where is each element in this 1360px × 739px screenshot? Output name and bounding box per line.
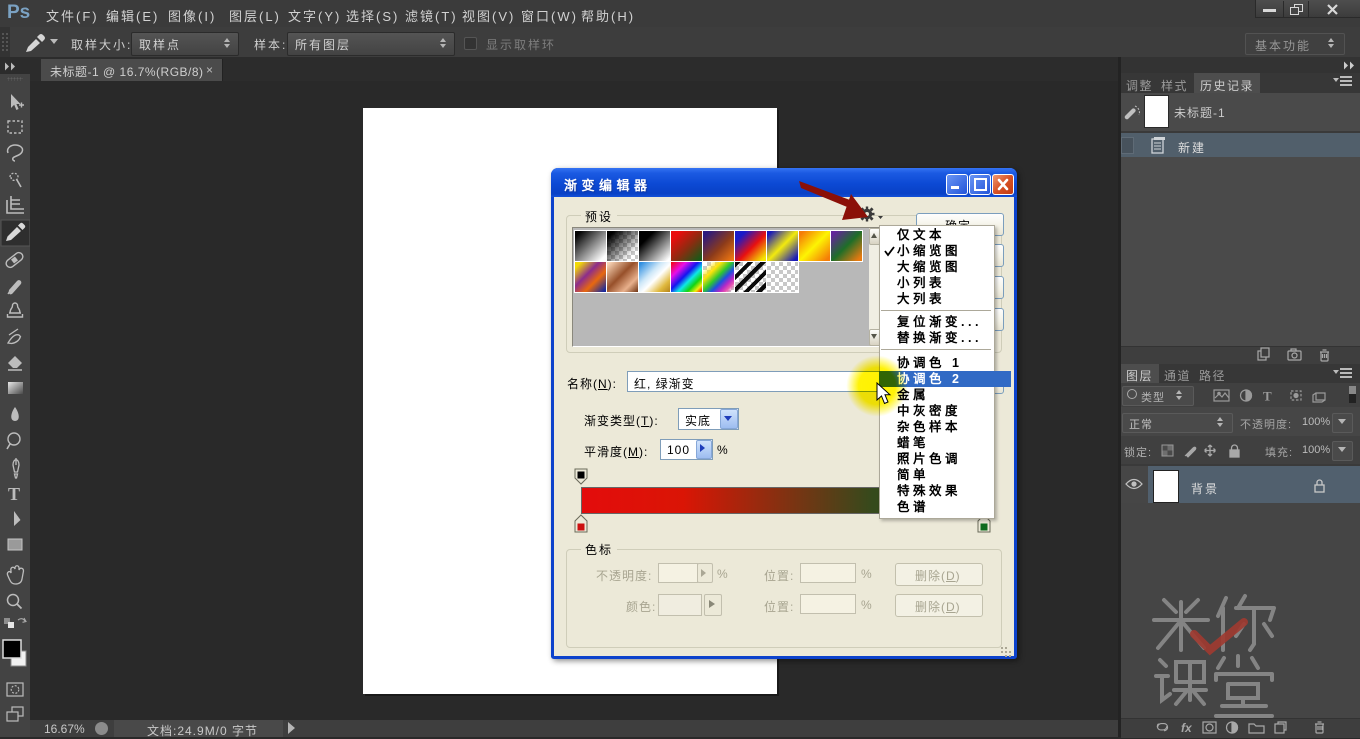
svg-text:T: T [1263, 389, 1272, 403]
svg-text:fx: fx [1181, 721, 1193, 735]
svg-text:T: T [8, 484, 20, 504]
